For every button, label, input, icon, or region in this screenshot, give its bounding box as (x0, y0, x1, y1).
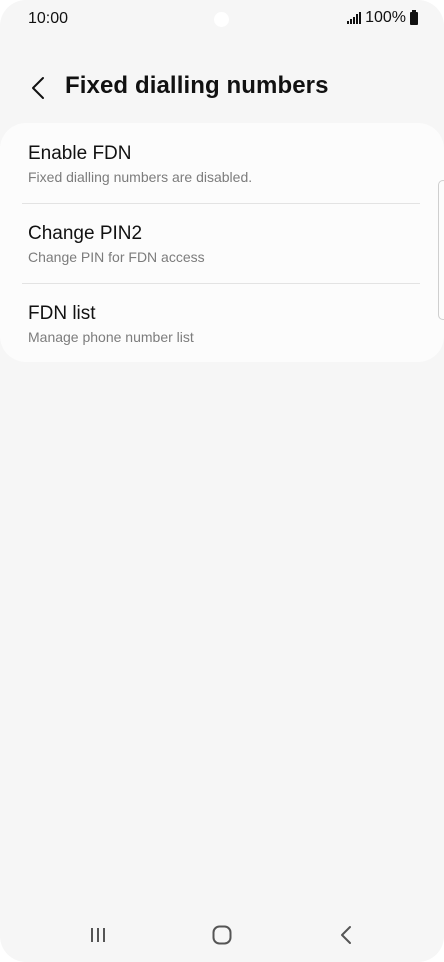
back-icon (341, 926, 351, 944)
back-button[interactable] (20, 70, 56, 106)
chevron-left-icon (32, 77, 44, 99)
page-title: Fixed dialling numbers (65, 72, 329, 99)
recents-icon (91, 928, 105, 942)
fdn-list-item[interactable]: FDN list Manage phone number list (0, 283, 444, 363)
enable-fdn-item[interactable]: Enable FDN Fixed dialling numbers are di… (0, 123, 444, 203)
home-button[interactable] (202, 920, 242, 950)
camera-cutout (214, 12, 229, 27)
recents-button[interactable] (78, 920, 118, 950)
app-bar: Fixed dialling numbers (0, 62, 444, 114)
settings-card: Enable FDN Fixed dialling numbers are di… (0, 123, 444, 362)
phone-screen: 10:00 100% Fixed dialling numbers Enable… (0, 0, 444, 962)
change-pin2-item[interactable]: Change PIN2 Change PIN for FDN access (0, 203, 444, 283)
status-indicators: 100% (347, 9, 418, 27)
item-title: FDN list (28, 303, 96, 324)
battery-icon (410, 9, 418, 25)
item-subtitle: Change PIN for FDN access (28, 249, 205, 265)
home-icon (212, 925, 232, 945)
battery-percentage: 100% (365, 9, 406, 26)
navigation-bar (0, 908, 444, 962)
scroll-handle[interactable] (438, 180, 444, 320)
item-subtitle: Manage phone number list (28, 329, 194, 345)
item-title: Enable FDN (28, 143, 132, 164)
item-subtitle: Fixed dialling numbers are disabled. (28, 169, 253, 185)
item-title: Change PIN2 (28, 223, 143, 244)
signal-icon (347, 12, 362, 24)
nav-back-button[interactable] (326, 920, 366, 950)
status-bar: 10:00 100% (0, 0, 444, 38)
status-time: 10:00 (28, 10, 69, 27)
